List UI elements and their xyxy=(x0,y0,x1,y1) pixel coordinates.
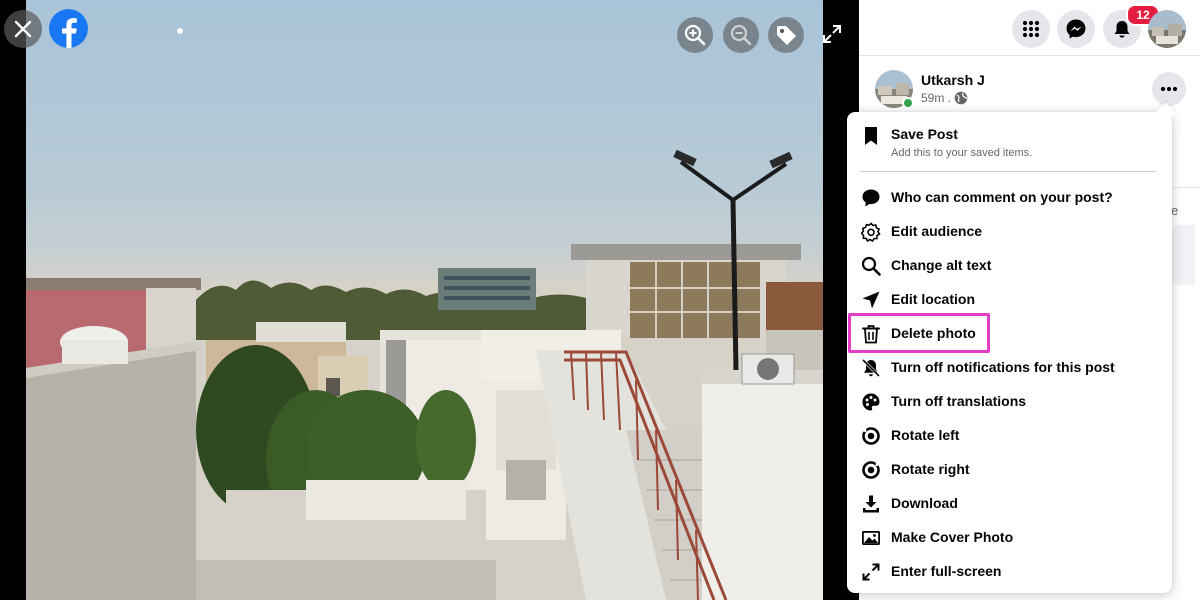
gear-icon xyxy=(861,222,881,242)
menu-item-label: Make Cover Photo xyxy=(891,529,1014,545)
menu-item-rotate-left[interactable]: Rotate left xyxy=(855,418,1164,452)
obscured-text: e xyxy=(1171,203,1179,218)
rooftop-photo[interactable] xyxy=(26,0,823,600)
author-name[interactable]: Utkarsh J xyxy=(921,72,985,88)
menu-divider xyxy=(859,171,1156,172)
rotate-left-icon xyxy=(861,426,881,446)
menu-item-edit-location[interactable]: Edit location xyxy=(855,282,1164,316)
zoom-out-icon xyxy=(730,24,752,46)
photo-viewer xyxy=(0,0,859,600)
menu-item-turn-off-translations[interactable]: Turn off translations xyxy=(855,384,1164,418)
location-arrow-icon xyxy=(861,290,881,310)
facebook-icon xyxy=(49,9,88,48)
menu-item-label: Rotate left xyxy=(891,427,960,443)
expand-icon xyxy=(823,25,841,43)
zoom-in-icon xyxy=(684,24,706,46)
post-options-menu: Save Post Add this to your saved items. … xyxy=(847,112,1172,593)
menu-item-label: Edit location xyxy=(891,291,975,307)
download-icon xyxy=(861,494,881,514)
menu-item-label: Turn off notifications for this post xyxy=(891,359,1115,375)
bell-off-icon xyxy=(861,358,881,378)
menu-item-rotate-right[interactable]: Rotate right xyxy=(855,452,1164,486)
tag-icon xyxy=(777,26,796,45)
menu-item-label: Rotate right xyxy=(891,461,970,477)
photo-scene xyxy=(26,149,823,600)
save-post-subtitle: Add this to your saved items. xyxy=(891,147,1033,159)
comment-icon xyxy=(861,188,881,208)
post-options-button[interactable] xyxy=(1152,72,1186,106)
messenger-icon xyxy=(1066,19,1086,39)
menu-item-label: Turn off translations xyxy=(891,393,1027,409)
zoom-out-button[interactable] xyxy=(723,17,759,53)
menu-item-turn-off-notifications[interactable]: Turn off notifications for this post xyxy=(855,350,1164,384)
menu-item-who-can-comment[interactable]: Who can comment on your post? xyxy=(855,180,1164,214)
post-time-text[interactable]: 59m . xyxy=(921,91,951,105)
image-icon xyxy=(861,528,881,548)
bookmark-icon xyxy=(861,126,881,146)
menu-item-label: Delete photo xyxy=(891,325,976,341)
menu-item-label: Who can comment on your post? xyxy=(891,189,1113,205)
account-avatar-image xyxy=(1148,10,1186,48)
grid-menu-icon xyxy=(1022,20,1040,38)
save-post-title: Save Post xyxy=(891,126,958,142)
search-icon xyxy=(861,256,881,276)
close-viewer-button[interactable] xyxy=(4,10,42,48)
tag-photo-button[interactable] xyxy=(768,17,804,53)
zoom-in-button[interactable] xyxy=(677,17,713,53)
close-icon xyxy=(14,20,32,38)
photo-position-dot xyxy=(177,28,183,34)
trash-icon xyxy=(861,324,881,344)
menu-item-change-alt-text[interactable]: Change alt text xyxy=(855,248,1164,282)
online-status-dot xyxy=(902,97,914,109)
palette-icon xyxy=(861,392,881,412)
account-avatar[interactable] xyxy=(1148,10,1186,48)
menu-item-save-post[interactable]: Save Post Add this to your saved items. xyxy=(855,120,1164,166)
menu-button[interactable] xyxy=(1012,10,1050,48)
post-timestamp: 59m . xyxy=(921,91,968,105)
menu-item-label: Download xyxy=(891,495,958,511)
menu-item-make-cover-photo[interactable]: Make Cover Photo xyxy=(855,520,1164,554)
expand-icon xyxy=(861,562,881,582)
menu-item-label: Enter full-screen xyxy=(891,563,1002,579)
obscured-card xyxy=(1171,225,1195,285)
expand-viewer-button[interactable] xyxy=(822,22,842,46)
menu-item-download[interactable]: Download xyxy=(855,486,1164,520)
messenger-button[interactable] xyxy=(1057,10,1095,48)
menu-item-label: Edit audience xyxy=(891,223,983,239)
menu-item-edit-audience[interactable]: Edit audience xyxy=(855,214,1164,248)
menu-item-label: Change alt text xyxy=(891,257,992,273)
globe-icon xyxy=(954,91,968,105)
top-nav: 12 xyxy=(859,0,1200,56)
more-options-icon xyxy=(1160,86,1178,92)
rotate-right-icon xyxy=(861,460,881,480)
facebook-logo[interactable] xyxy=(49,9,88,48)
menu-item-delete-photo[interactable]: Delete photo xyxy=(855,316,1164,350)
menu-item-enter-full-screen[interactable]: Enter full-screen xyxy=(855,554,1164,588)
